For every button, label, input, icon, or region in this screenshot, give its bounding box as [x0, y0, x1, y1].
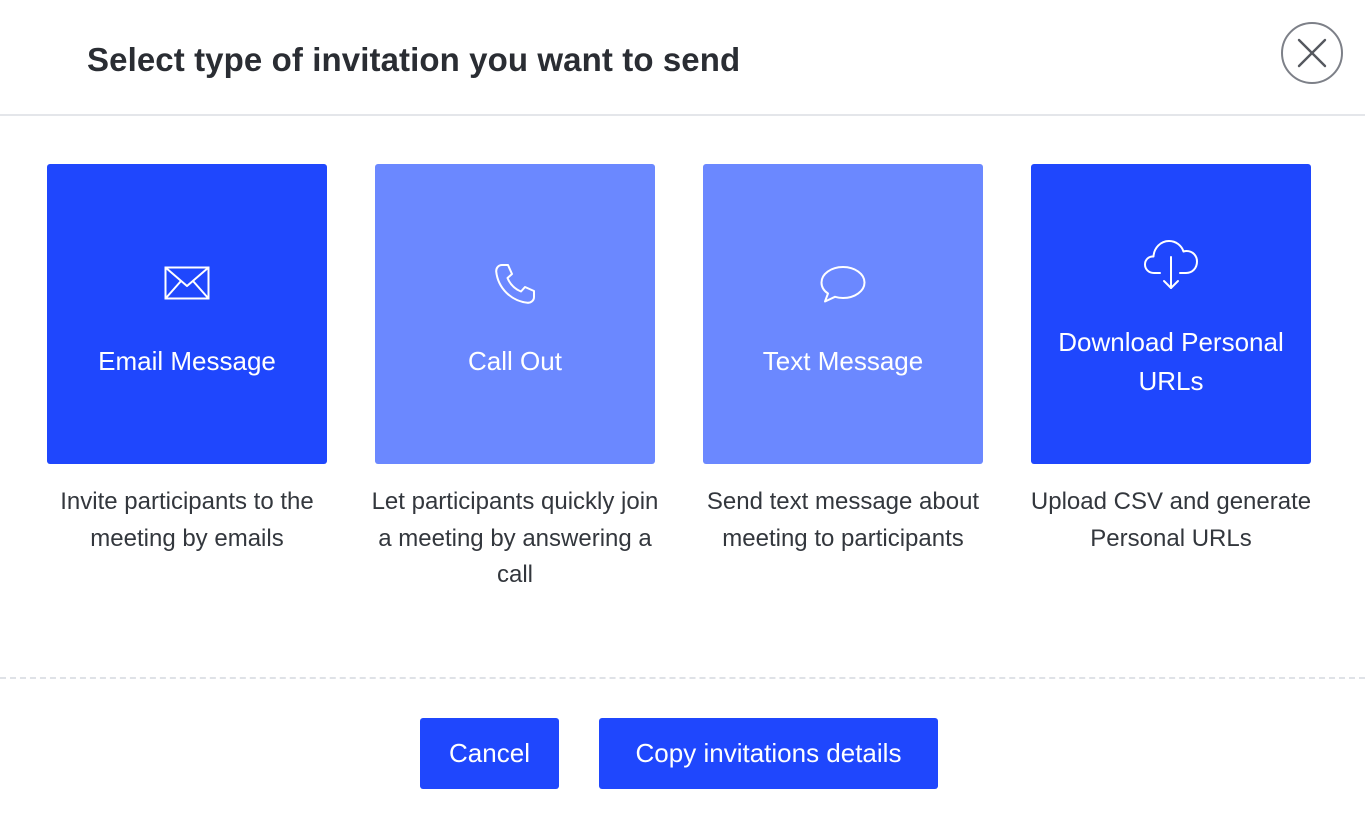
option-label: Download Personal URLs [1058, 327, 1284, 396]
option-label: Email Message [98, 346, 276, 376]
chat-bubble-icon [703, 264, 983, 304]
envelope-icon [47, 266, 327, 300]
option-text-message[interactable]: Text Message [703, 164, 983, 464]
invitation-type-dialog: Select type of invitation you want to se… [0, 0, 1365, 816]
dialog-header: Select type of invitation you want to se… [0, 0, 1365, 116]
cloud-download-icon [1031, 238, 1311, 292]
option-description: Upload CSV and generate Personal URLs [1030, 488, 1312, 552]
option-label: Text Message [762, 346, 924, 376]
close-icon [1297, 38, 1327, 68]
option-description: Let participants quickly join a meeting … [371, 488, 659, 588]
option-description: Invite participants to the meeting by em… [60, 488, 314, 552]
copy-invitations-details-button[interactable]: Copy invitations details [599, 718, 938, 789]
dialog-title: Select type of invitation you want to se… [87, 41, 741, 78]
cancel-button[interactable]: Cancel [420, 718, 559, 789]
close-button[interactable] [1281, 22, 1343, 84]
option-download-personal-urls[interactable]: Download Personal URLs [1031, 164, 1311, 464]
option-label: Call Out [468, 346, 562, 376]
phone-icon [375, 262, 655, 306]
option-email-message[interactable]: Email Message [47, 164, 327, 464]
option-description: Send text message about meeting to parti… [706, 488, 980, 552]
footer-divider [0, 677, 1365, 679]
option-call-out[interactable]: Call Out [375, 164, 655, 464]
